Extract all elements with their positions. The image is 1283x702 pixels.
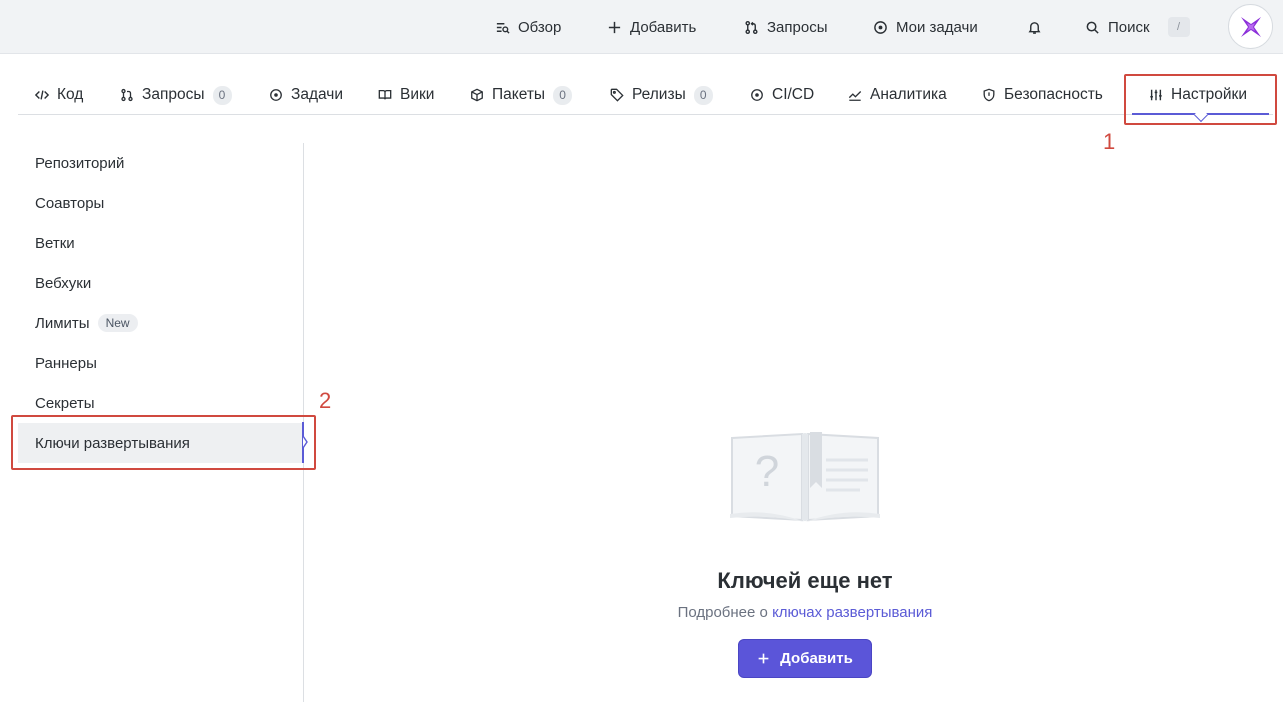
avatar[interactable]: [1228, 4, 1273, 49]
overview-label: Обзор: [518, 18, 562, 36]
book-icon: [378, 89, 392, 100]
add-link[interactable]: Добавить: [607, 19, 696, 36]
sidebar-item-label: Вебхуки: [35, 274, 92, 292]
tab-analytics[interactable]: Аналитика: [848, 75, 947, 115]
callout-number-1: 1: [1103, 129, 1116, 154]
plus-icon: [608, 21, 621, 33]
plus-icon: [758, 653, 769, 664]
add-button-label: Добавить: [780, 650, 853, 667]
tab-settings-label: Настройки: [1171, 86, 1248, 103]
tab-security[interactable]: Безопасность: [982, 75, 1103, 115]
svg-text:?: ?: [755, 447, 779, 496]
search-shortcut: /: [1167, 17, 1190, 37]
tab-packages[interactable]: Пакеты 0: [470, 75, 573, 115]
pipeline-circle-icon: [751, 89, 763, 101]
sidebar-item-secrets[interactable]: Секреты: [18, 383, 302, 423]
tab-analytics-label: Аналитика: [870, 86, 947, 103]
tab-requests[interactable]: Запросы 0: [120, 75, 232, 115]
tag-icon: [610, 88, 624, 102]
pull-request-icon: [121, 88, 133, 102]
task-circle-icon: [270, 89, 282, 101]
add-deploy-key-button[interactable]: Добавить: [738, 639, 872, 678]
deploy-keys-docs-link[interactable]: ключах развертывания: [772, 604, 932, 621]
search-icon: [1086, 21, 1099, 34]
overview-link[interactable]: Обзор: [495, 19, 561, 36]
sidebar-item-label: Ключи развертывания: [35, 434, 190, 452]
sidebar-item-branches[interactable]: Ветки: [18, 223, 302, 263]
tab-requests-label: Запросы: [142, 86, 205, 103]
sidebar-item-runners[interactable]: Раннеры: [18, 343, 302, 383]
my-tasks-label: Мои задачи: [896, 18, 978, 36]
sidebar-active-indicator: [302, 422, 308, 463]
tab-releases[interactable]: Релизы 0: [610, 75, 713, 115]
sidebar-item-label: Репозиторий: [35, 154, 125, 172]
sidebar-item-webhooks[interactable]: Вебхуки: [18, 263, 302, 303]
empty-state-subtitle-text: Подробнее о: [677, 604, 768, 621]
empty-book-illustration: ?: [730, 432, 880, 522]
sliders-icon: [1150, 89, 1162, 101]
tab-code[interactable]: Код: [35, 75, 83, 115]
shield-icon: [983, 88, 995, 102]
sidebar-item-limits[interactable]: Лимиты New: [18, 303, 302, 343]
sidebar-item-label: Соавторы: [35, 194, 105, 212]
tab-wiki-label: Вики: [400, 86, 435, 103]
overview-icon: [496, 22, 510, 34]
chart-line-icon: [848, 91, 862, 101]
my-tasks-link[interactable]: Мои задачи: [873, 19, 978, 36]
top-bar: Обзор Добавить Запросы Мои задачи Поиск …: [0, 0, 1283, 54]
requests-link[interactable]: Запросы: [744, 19, 828, 36]
requests-label: Запросы: [767, 18, 828, 36]
tab-security-label: Безопасность: [1004, 86, 1103, 103]
repo-tabs: Код Запросы 0 Задачи Вики Пакеты 0 Релиз…: [18, 75, 1273, 115]
sidebar-item-deploy-keys[interactable]: Ключи развертывания: [18, 423, 302, 463]
sidebar-item-label: Лимиты: [35, 314, 90, 332]
empty-state-subtitle: Подробнее о ключах развертывания: [620, 604, 990, 621]
sidebar-item-repository[interactable]: Репозиторий: [18, 143, 302, 183]
task-circle-icon: [874, 20, 887, 34]
tab-tasks[interactable]: Задачи: [269, 75, 343, 115]
sidebar-item-collaborators[interactable]: Соавторы: [18, 183, 302, 223]
tab-wiki[interactable]: Вики: [378, 75, 434, 115]
bell-icon: [1028, 21, 1041, 34]
package-icon: [471, 88, 483, 102]
code-icon: [35, 90, 49, 100]
notifications-button[interactable]: [1027, 20, 1042, 35]
tab-code-label: Код: [57, 86, 84, 103]
tab-cicd-label: CI/CD: [772, 86, 815, 103]
sidebar-item-label: Ветки: [35, 234, 75, 252]
callout-number-2: 2: [319, 388, 332, 413]
sidebar-item-label: Секреты: [35, 394, 95, 412]
search-label: Поиск: [1108, 18, 1150, 36]
empty-state-title: Ключей еще нет: [717, 568, 893, 593]
tab-tasks-label: Задачи: [291, 86, 344, 103]
tab-cicd[interactable]: CI/CD: [750, 75, 814, 115]
search-button[interactable]: Поиск /: [1085, 17, 1190, 37]
add-label: Добавить: [630, 18, 697, 36]
releases-count-badge: 0: [693, 85, 713, 105]
pull-request-icon: [745, 20, 758, 34]
new-badge: New: [97, 314, 138, 332]
logo-icon: [1240, 16, 1261, 37]
requests-count-badge: 0: [212, 85, 232, 105]
packages-count-badge: 0: [553, 85, 573, 105]
sidebar-item-label: Раннеры: [35, 354, 97, 372]
tab-releases-label: Релизы: [632, 86, 686, 103]
settings-sidebar: Репозиторий Соавторы Ветки Вебхуки Лимит…: [18, 143, 304, 702]
tab-packages-label: Пакеты: [492, 86, 546, 103]
